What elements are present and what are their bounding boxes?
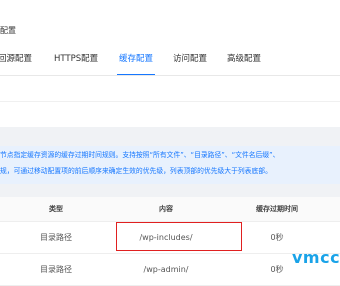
top-band: [0, 0, 340, 18]
column-header-type: 类型: [49, 205, 63, 213]
info-alert: 节点指定缓存资源的缓存过期时间规则。支持按照“所有文件”、“目录路径”、“文件名…: [0, 146, 340, 184]
info-text-line-2: 规，可通过移动配置项的前后顺序来确定生效的优先级，列表顶部的优先级大于列表底部。: [0, 167, 272, 175]
tab-https-config[interactable]: HTTPS配置: [54, 51, 98, 76]
column-header-ttl: 缓存过期时间: [256, 205, 298, 213]
tab-origin-config[interactable]: 回源配置: [0, 51, 32, 76]
info-text-line-1: 节点指定缓存资源的缓存过期时间规则。支持按照“所有文件”、“目录路径”、“文件名…: [0, 151, 280, 159]
cell-ttl: 0秒: [270, 233, 284, 242]
config-header: 配置 回源配置 HTTPS配置 缓存配置 访问配置 高级配置: [0, 18, 340, 76]
cell-ttl: 0秒: [270, 265, 284, 274]
tab-cache-config[interactable]: 缓存配置: [116, 51, 156, 76]
highlight-annotation-box: [116, 222, 242, 251]
page-title: 配置: [0, 26, 16, 35]
table-header: 类型 内容 缓存过期时间: [0, 197, 340, 222]
cell-type: 目录路径: [40, 265, 72, 274]
card-divider: [0, 101, 340, 102]
cell-content: /wp-admin/: [143, 265, 189, 274]
watermark-logo: vmcc: [292, 248, 340, 267]
cell-type: 目录路径: [40, 233, 72, 242]
column-header-content: 内容: [159, 205, 173, 213]
tab-advanced-config[interactable]: 高级配置: [227, 51, 261, 76]
table-row[interactable]: 目录路径 /wp-admin/ 0秒: [0, 254, 340, 286]
config-tabs: 回源配置 HTTPS配置 缓存配置 访问配置 高级配置: [0, 51, 340, 76]
tab-access-config[interactable]: 访问配置: [173, 51, 207, 76]
